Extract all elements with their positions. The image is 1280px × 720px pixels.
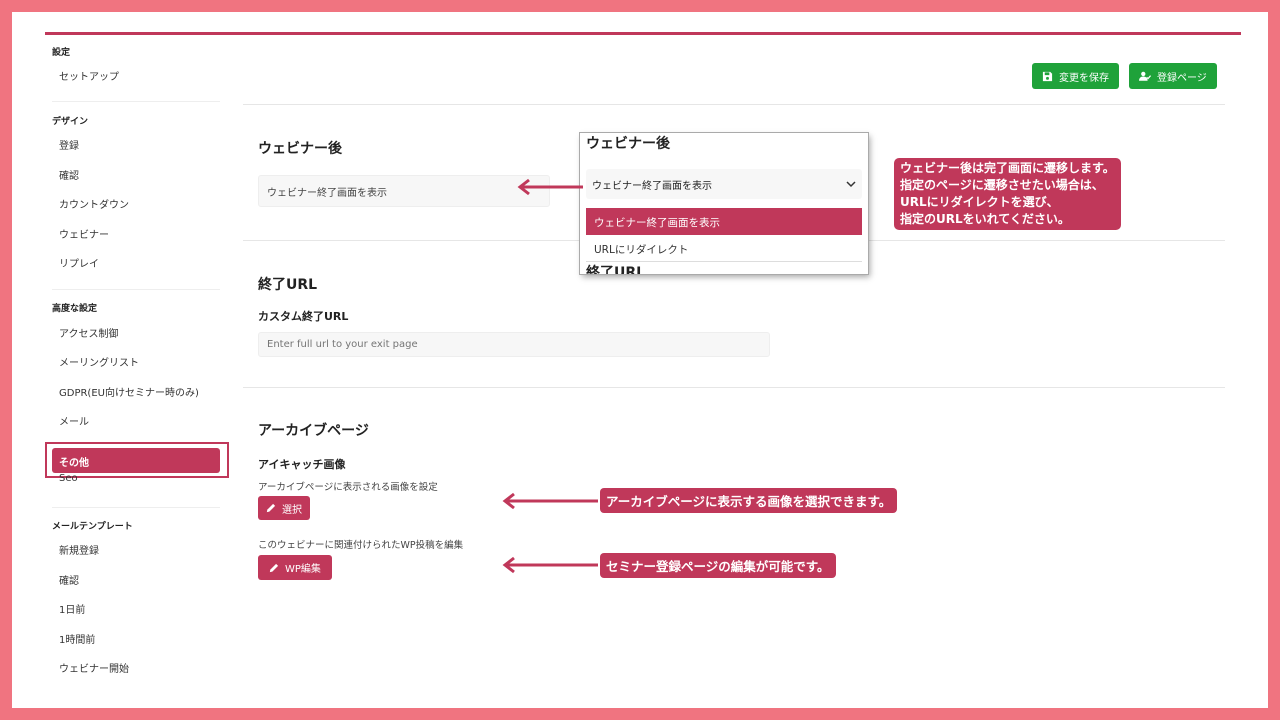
custom-exit-url-label: カスタム終了URL: [258, 310, 349, 323]
sidebar-item-access-control[interactable]: アクセス制御: [59, 325, 119, 340]
popup-title: ウェビナー後: [586, 136, 670, 152]
register-page-button[interactable]: 登録ページ: [1129, 63, 1217, 89]
wp-edit-button[interactable]: WP編集: [258, 555, 332, 580]
popup-select[interactable]: ウェビナー終了画面を表示: [586, 169, 862, 199]
section-divider: [243, 387, 1225, 388]
sidebar-item-template-confirm[interactable]: 確認: [59, 572, 79, 587]
sidebar-item-mailing-list[interactable]: メーリングリスト: [59, 354, 139, 369]
pencil-icon: [266, 503, 276, 513]
exit-url-input[interactable]: [258, 332, 770, 357]
sidebar-item-new-registration[interactable]: 新規登録: [59, 542, 99, 557]
sidebar-section-mail-templates: メールテンプレート: [52, 522, 133, 532]
select-image-button[interactable]: 選択: [258, 496, 310, 520]
arrow-left-icon: [517, 178, 583, 196]
sidebar-item-other[interactable]: その他: [52, 448, 220, 473]
sidebar-item-confirm[interactable]: 確認: [59, 167, 79, 182]
after-webinar-title: ウェビナー後: [258, 141, 342, 157]
sidebar-divider: [52, 101, 220, 102]
popup-select-value: ウェビナー終了画面を表示: [592, 180, 712, 192]
dropdown-option-show-end-screen[interactable]: ウェビナー終了画面を表示: [586, 208, 862, 235]
sidebar-divider: [52, 289, 220, 290]
sidebar-item-webinar[interactable]: ウェビナー: [59, 226, 109, 241]
dropdown-option-redirect-url[interactable]: URLにリダイレクト: [586, 235, 862, 262]
wp-edit-description: このウェビナーに関連付けられたWP投稿を編集: [258, 540, 464, 551]
sidebar-divider: [52, 507, 220, 508]
archive-page-title: アーカイブページ: [258, 423, 369, 439]
sidebar-item-gdpr[interactable]: GDPR(EU向けセミナー時のみ): [59, 384, 199, 399]
settings-panel: 設定 セットアップ デザイン 登録 確認 カウントダウン ウェビナー リプレイ …: [45, 35, 1241, 708]
dropdown-zoom-popup: ウェビナー後 ウェビナー終了画面を表示 ウェビナー終了画面を表示 URLにリダイ…: [580, 133, 868, 274]
eyecatch-image-label: アイキャッチ画像: [258, 458, 346, 471]
sidebar-section-advanced: 高度な設定: [52, 304, 98, 314]
register-page-button-label: 登録ページ: [1157, 72, 1207, 84]
pencil-icon: [269, 563, 279, 572]
wp-edit-button-label: WP編集: [285, 564, 321, 575]
arrow-left-icon: [502, 492, 598, 510]
section-divider: [243, 104, 1225, 105]
app-frame: 設定 セットアップ デザイン 登録 確認 カウントダウン ウェビナー リプレイ …: [12, 12, 1268, 708]
sidebar-item-1-hour-before[interactable]: 1時間前: [59, 631, 95, 646]
sidebar: 設定 セットアップ デザイン 登録 確認 カウントダウン ウェビナー リプレイ …: [45, 35, 235, 708]
save-button-label: 変更を保存: [1059, 72, 1109, 84]
sidebar-item-setup[interactable]: セットアップ: [59, 68, 119, 83]
callout-line: URLにリダイレクトを選び、: [900, 195, 1059, 209]
callout-archive-image: アーカイブページに表示する画像を選択できます。: [600, 488, 898, 513]
exit-url-title: 終了URL: [258, 277, 318, 293]
save-icon: [1042, 71, 1053, 81]
callout-after-webinar: ウェビナー後は完了画面に遷移します。 指定のページに遷移させたい場合は、 URL…: [894, 158, 1121, 230]
sidebar-section-design: デザイン: [52, 117, 89, 127]
sidebar-item-1-day-before[interactable]: 1日前: [59, 601, 85, 616]
callout-line: 指定のページに遷移させたい場合は、: [900, 178, 1104, 192]
sidebar-section-settings: 設定: [52, 48, 71, 58]
arrow-left-icon: [502, 556, 598, 574]
callout-line: ウェビナー後は完了画面に遷移します。: [900, 161, 1115, 175]
callout-line: 指定のURLをいれてください。: [900, 212, 1070, 226]
callout-wp-edit: セミナー登録ページの編集が可能です。: [600, 553, 836, 578]
sidebar-item-mail[interactable]: メール: [59, 413, 89, 428]
sidebar-item-webinar-start[interactable]: ウェビナー開始: [59, 660, 129, 675]
after-webinar-select-value: ウェビナー終了画面を表示: [267, 187, 387, 199]
user-check-icon: [1139, 71, 1151, 81]
save-button[interactable]: 変更を保存: [1032, 63, 1119, 89]
sidebar-item-countdown[interactable]: カウントダウン: [59, 196, 129, 211]
sidebar-item-seo[interactable]: Seo: [59, 473, 78, 484]
chevron-down-icon: [846, 180, 856, 187]
select-image-button-label: 選択: [282, 504, 302, 516]
popup-underlying-title: 終了URL: [586, 265, 646, 274]
sidebar-item-register[interactable]: 登録: [59, 137, 79, 152]
eyecatch-image-description: アーカイブページに表示される画像を設定: [258, 482, 438, 493]
sidebar-item-replay[interactable]: リプレイ: [59, 255, 99, 270]
after-webinar-select[interactable]: ウェビナー終了画面を表示: [258, 175, 550, 207]
